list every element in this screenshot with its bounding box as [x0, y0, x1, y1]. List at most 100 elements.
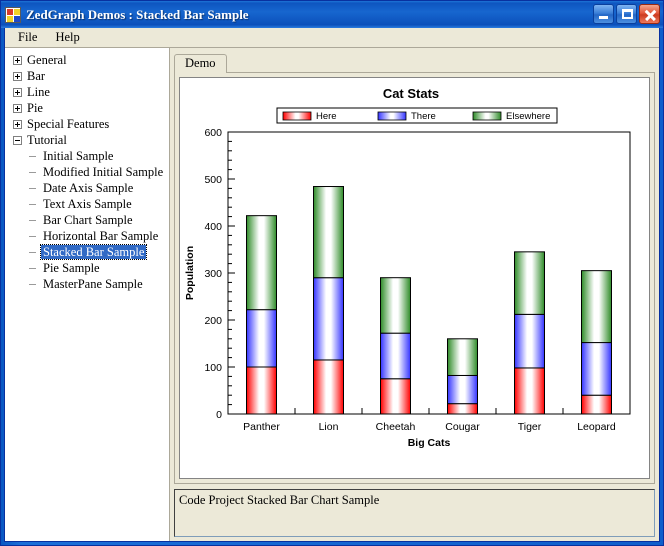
- tree-node-label: Line: [27, 85, 50, 99]
- tree-expand-plus-icon[interactable]: [13, 71, 22, 81]
- tree-node-label: Horizontal Bar Sample: [43, 229, 159, 243]
- tree-node[interactable]: MasterPane Sample: [7, 276, 169, 292]
- client-area: File Help General Bar Line Pie Special Featu…: [4, 28, 660, 542]
- tree-node[interactable]: Date Axis Sample: [7, 180, 169, 196]
- y-tick-label: 300: [204, 268, 222, 280]
- bar-segment: [246, 309, 277, 368]
- bar-segment: [447, 403, 478, 415]
- tree-leaf-dash-icon: [29, 232, 38, 241]
- menu-bar: File Help: [5, 28, 659, 48]
- tree-node[interactable]: Bar: [7, 68, 169, 84]
- tree-leaf-dash-icon: [29, 264, 38, 273]
- tab-demo-label: Demo: [185, 56, 216, 70]
- menu-item-help[interactable]: Help: [46, 28, 88, 47]
- bar-segment: [380, 378, 411, 415]
- tree-node-label: Date Axis Sample: [43, 181, 134, 195]
- tree-expand-plus-icon[interactable]: [13, 87, 22, 97]
- bar-segment: [514, 251, 545, 315]
- y-tick-label: 400: [204, 221, 222, 233]
- bar-segment: [447, 374, 478, 405]
- tree-node-label: Bar: [27, 69, 46, 83]
- y-tick-label: 0: [216, 409, 222, 421]
- bar-segment: [313, 186, 344, 279]
- bar-segment: [581, 394, 612, 415]
- plot-area: [227, 131, 631, 415]
- tree-node[interactable]: Special Features: [7, 116, 169, 132]
- tree-leaf-dash-icon: [29, 280, 38, 289]
- tree-expand-plus-icon[interactable]: [13, 55, 22, 65]
- app-icon: [5, 6, 21, 23]
- minimize-button[interactable]: [593, 4, 614, 24]
- tree-node-label: Pie Sample: [43, 261, 100, 275]
- tree-node-label: MasterPane Sample: [43, 277, 143, 291]
- menu-item-file[interactable]: File: [9, 28, 46, 47]
- stacked-bar-chart: Cat Stats Here There Elsewhere 0 100 200 300 400…: [184, 86, 631, 449]
- chart-title: Cat Stats: [383, 86, 439, 101]
- tree-node-label: Stacked Bar Sample: [39, 244, 148, 260]
- sample-tree[interactable]: General Bar Line Pie Special Features Tutoria…: [5, 48, 170, 541]
- tree-node-label: Text Axis Sample: [43, 197, 132, 211]
- tree-node[interactable]: Stacked Bar Sample: [7, 244, 169, 260]
- tree-node-label: Pie: [27, 101, 43, 115]
- app-window: ZedGraph Demos : Stacked Bar Sample File…: [0, 0, 664, 546]
- tree-node[interactable]: Modified Initial Sample: [7, 164, 169, 180]
- tree-expand-plus-icon[interactable]: [13, 103, 22, 113]
- legend-swatch: [377, 111, 407, 121]
- close-button[interactable]: [639, 4, 660, 24]
- tree-node-label: Bar Chart Sample: [43, 213, 133, 227]
- window-title: ZedGraph Demos : Stacked Bar Sample: [26, 6, 249, 22]
- y-tick-label: 200: [204, 315, 222, 327]
- bar-segment: [380, 332, 411, 380]
- tree-leaf-dash-icon: [29, 216, 38, 225]
- tree-expand-plus-icon[interactable]: [13, 119, 22, 129]
- tree-node[interactable]: Text Axis Sample: [7, 196, 169, 212]
- right-panel: Demo Cat Stats Here There Elsewhere 0 100 200 3…: [170, 48, 659, 541]
- status-text: Code Project Stacked Bar Chart Sample: [179, 493, 380, 507]
- tab-strip: Demo: [174, 52, 655, 73]
- tree-node[interactable]: Bar Chart Sample: [7, 212, 169, 228]
- tree-node[interactable]: Tutorial: [7, 132, 169, 148]
- tab-demo[interactable]: Demo: [174, 54, 227, 73]
- maximize-button[interactable]: [616, 4, 637, 24]
- tree-node[interactable]: Horizontal Bar Sample: [7, 228, 169, 244]
- tree-collapse-minus-icon[interactable]: [13, 135, 22, 145]
- tree-leaf-dash-icon: [29, 184, 38, 193]
- status-textbox[interactable]: Code Project Stacked Bar Chart Sample: [174, 489, 655, 537]
- bar-segment: [380, 277, 411, 334]
- tree-node[interactable]: Pie: [7, 100, 169, 116]
- x-category-label: Lion: [319, 421, 339, 433]
- tree-node[interactable]: Initial Sample: [7, 148, 169, 164]
- title-bar: ZedGraph Demos : Stacked Bar Sample: [1, 1, 663, 28]
- x-category-label: Panther: [243, 421, 280, 433]
- y-tick-label: 100: [204, 362, 222, 374]
- tree-node[interactable]: General: [7, 52, 169, 68]
- x-category-label: Tiger: [518, 421, 542, 433]
- x-category-label: Cheetah: [376, 421, 416, 433]
- legend-label: Here: [316, 111, 337, 122]
- tree-node[interactable]: Pie Sample: [7, 260, 169, 276]
- bar-segment: [514, 313, 545, 369]
- bar-segment: [246, 215, 277, 311]
- tree-leaf-dash-icon: [29, 200, 38, 209]
- bar-segment: [313, 277, 344, 361]
- x-category-label: Cougar: [445, 421, 480, 433]
- menu-item-help-label: Help: [55, 30, 80, 44]
- bar-segment: [246, 366, 277, 415]
- bar-segment: [514, 367, 545, 415]
- chart-panel[interactable]: Cat Stats Here There Elsewhere 0 100 200 300 400…: [179, 77, 650, 479]
- tree-leaf-dash-icon: [29, 248, 38, 257]
- bar-segment: [447, 338, 478, 376]
- tree-node[interactable]: Line: [7, 84, 169, 100]
- legend-swatch: [282, 111, 312, 121]
- tree-node-label: Modified Initial Sample: [43, 165, 164, 179]
- legend-label: There: [411, 111, 436, 122]
- window-controls: [593, 4, 660, 24]
- x-axis-title: Big Cats: [408, 437, 451, 449]
- y-axis-title: Population: [184, 246, 196, 300]
- tree-node-label: Special Features: [27, 117, 110, 131]
- tree-node-label: Tutorial: [27, 133, 67, 147]
- tree-node-label: Initial Sample: [43, 149, 114, 163]
- bar-segment: [581, 342, 612, 396]
- y-tick-label: 600: [204, 127, 222, 139]
- menu-item-file-label: File: [18, 30, 38, 44]
